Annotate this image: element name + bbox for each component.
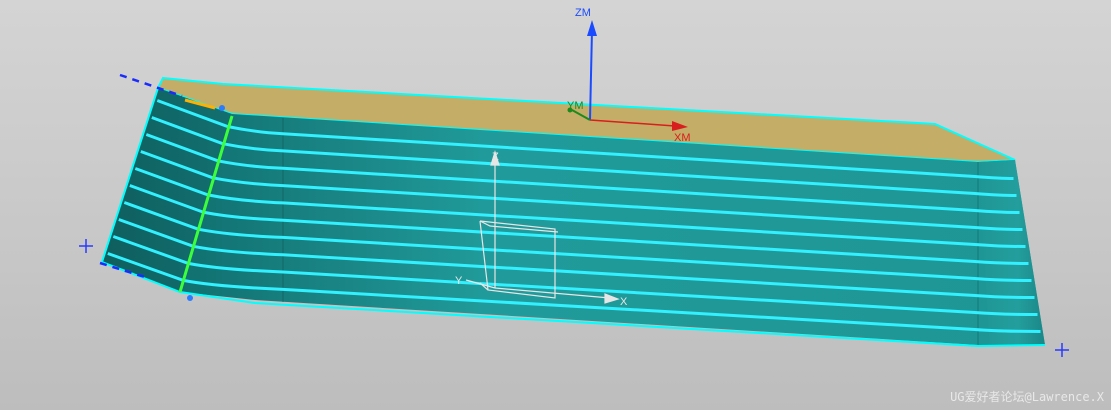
zm-axis-label: ZM (575, 7, 591, 19)
graphics-viewport[interactable]: ZM XM YM Z X Y UG爱好者论坛@Lawrence.X (0, 0, 1111, 410)
ym-axis-label: YM (567, 100, 584, 112)
point-marker-icon[interactable] (219, 105, 225, 111)
x-axis-label: X (620, 296, 628, 308)
point-marker-icon[interactable] (187, 295, 193, 301)
plus-marker-icon (79, 239, 93, 253)
xm-axis-label: XM (674, 132, 691, 144)
plus-marker-icon (1055, 343, 1069, 357)
watermark-text: UG爱好者论坛@Lawrence.X (950, 390, 1105, 404)
z-axis-label: Z (492, 151, 499, 163)
y-axis-label: Y (455, 275, 463, 287)
